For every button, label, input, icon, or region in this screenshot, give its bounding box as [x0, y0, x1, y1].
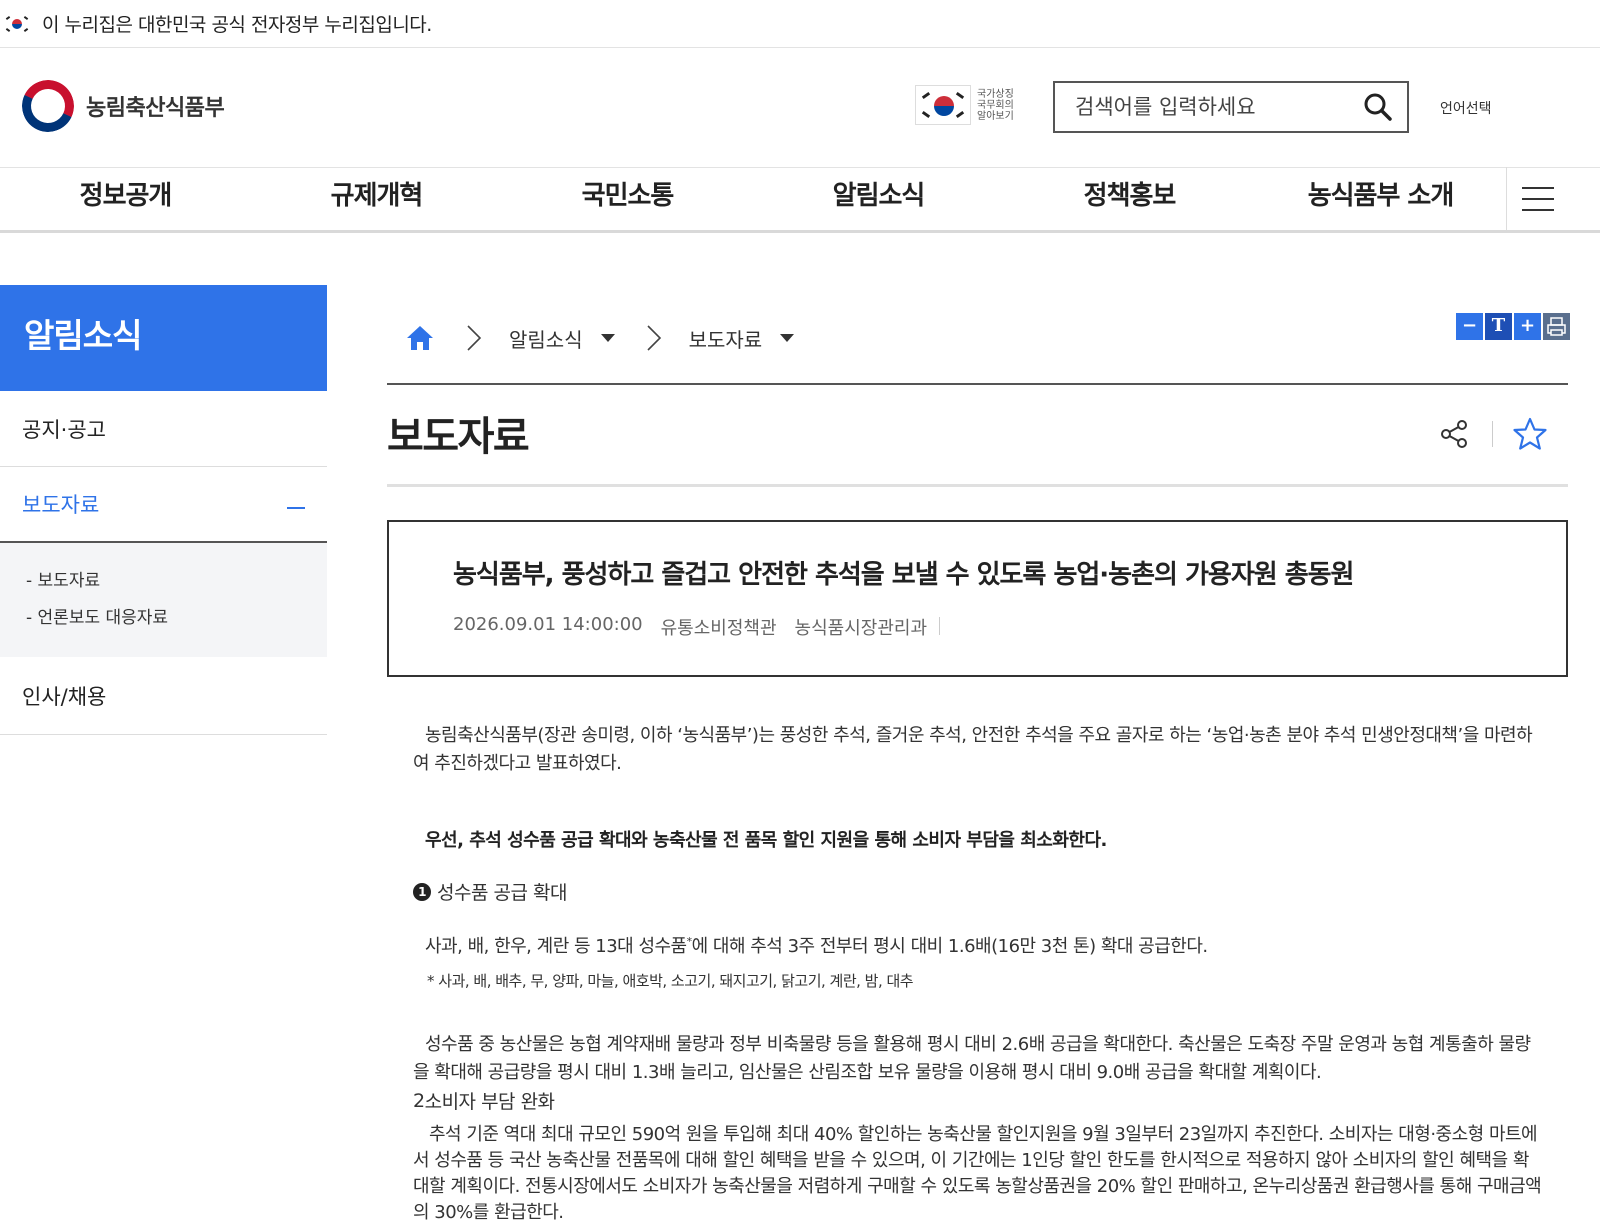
- section-title: 성수품 공급 확대: [437, 882, 567, 904]
- government-emblem-icon: [22, 80, 74, 132]
- lnb-subitem[interactable]: - 보도자료: [26, 563, 327, 600]
- gov-banner: 이 누리집은 대한민국 공식 전자정부 누리집입니다.: [0, 0, 1600, 48]
- breadcrumb-level2[interactable]: 보도자료: [689, 324, 763, 353]
- gnb-item-regulation[interactable]: 규제개혁: [251, 167, 502, 230]
- article-division: 농식품시장관리과: [794, 618, 928, 639]
- section-text: 사과, 배, 한우, 계란 등 13대 성수품*에 대해 추석 3주 전부터 평…: [425, 935, 1208, 957]
- breadcrumb: 알림소식 보도자료: [405, 318, 795, 358]
- article-date: 2026.09.01 14:00:00: [453, 614, 643, 635]
- lnb-item-label: 인사/채용: [22, 684, 107, 709]
- collapse-minus-icon[interactable]: [287, 507, 305, 509]
- chevron-right-icon: [467, 325, 482, 351]
- gnb-item-about[interactable]: 농식품부 소개: [1255, 167, 1506, 230]
- gnb-item-news[interactable]: 알림소식: [753, 167, 1004, 230]
- lnb-subitem[interactable]: - 언론보도 대응자료: [26, 600, 327, 637]
- lnb-item-recruit[interactable]: 인사/채용: [0, 657, 327, 735]
- header: 농림축산식품부 국가상징 국무회의 알아보기 언어선택: [0, 48, 1600, 168]
- divider: [939, 617, 941, 635]
- page-tools: − T +: [1456, 313, 1570, 340]
- divider: [1492, 421, 1493, 447]
- title-divider: [387, 484, 1568, 487]
- caret-down-icon[interactable]: [780, 334, 795, 342]
- search-box: [1053, 81, 1409, 133]
- title-divider: [387, 383, 1568, 385]
- national-symbol-label: 국가상징 국무회의 알아보기: [977, 88, 1014, 122]
- article-department: 유통소비정책관: [660, 618, 777, 639]
- lnb-item-notice[interactable]: 공지·공고: [0, 391, 327, 467]
- lnb-title: 알림소식: [0, 285, 327, 391]
- article-intro: 농림축산식품부(장관 송미령, 이하 ‘농식품부’)는 풍성한 추석, 즐거운 …: [413, 725, 1533, 774]
- article-header: 농식품부, 풍성하고 즐겁고 안전한 추석을 보낼 수 있도록 농업·농촌의 가…: [387, 520, 1568, 677]
- section-title: 소비자 부담 완화: [424, 1091, 555, 1113]
- main-navigation: 정보공개 규제개혁 국민소통 알림소식 정책홍보 농식품부 소개: [0, 167, 1600, 233]
- site-logo[interactable]: 농림축산식품부: [22, 80, 225, 132]
- caret-down-icon[interactable]: [600, 334, 615, 342]
- language-select-button[interactable]: 언어선택: [1440, 98, 1492, 118]
- korea-flag-icon: [5, 15, 29, 32]
- chevron-right-icon: [647, 325, 661, 351]
- share-icon[interactable]: [1438, 418, 1470, 450]
- article-meta: 2026.09.01 14:00:00 유통소비정책관 농식품시장관리과: [453, 614, 958, 640]
- lnb-submenu: - 보도자료 - 언론보도 대응자료: [0, 543, 327, 657]
- lnb-item-label: 보도자료: [22, 493, 100, 517]
- home-icon[interactable]: [405, 323, 435, 353]
- favorite-star-icon[interactable]: [1512, 416, 1548, 452]
- article-headline: 농식품부, 풍성하고 즐겁고 안전한 추석을 보낼 수 있도록 농업·농촌의 가…: [453, 560, 1354, 590]
- logo-text: 농림축산식품부: [86, 96, 225, 121]
- article-body: 농림축산식품부(장관 송미령, 이하 ‘농식품부’)는 풍성한 추석, 즐거운 …: [413, 722, 1543, 1222]
- national-symbol-link[interactable]: 국가상징 국무회의 알아보기: [915, 85, 1023, 125]
- zoom-out-button[interactable]: −: [1456, 313, 1483, 340]
- number-1-icon: 1: [413, 882, 431, 901]
- gnb-item-communication[interactable]: 국민소통: [502, 167, 753, 230]
- gnb-item-info[interactable]: 정보공개: [0, 167, 251, 230]
- article-bold-line: 우선, 추석 성수품 공급 확대와 농축산물 전 품목 할인 지원을 통해 소비…: [425, 830, 1107, 851]
- gov-banner-text: 이 누리집은 대한민국 공식 전자정부 누리집입니다.: [42, 14, 432, 36]
- search-input[interactable]: [1075, 95, 1363, 119]
- taegeukgi-icon: [915, 85, 971, 125]
- breadcrumb-level1[interactable]: 알림소식: [509, 324, 583, 353]
- number-2-icon: 2: [413, 1089, 425, 1112]
- print-icon[interactable]: [1543, 313, 1570, 340]
- lnb-item-press-release[interactable]: 보도자료: [0, 467, 327, 543]
- section-heading: 1 성수품 공급 확대: [413, 878, 1543, 905]
- zoom-in-button[interactable]: +: [1514, 313, 1541, 340]
- section-heading: 2 소비자 부담 완화: [413, 1087, 1543, 1114]
- section-note: * 사과, 배, 배추, 무, 양파, 마늘, 애호박, 소고기, 돼지고기, …: [427, 972, 914, 990]
- gnb-item-policy[interactable]: 정책홍보: [1004, 167, 1255, 230]
- page-title: 보도자료: [387, 414, 530, 460]
- side-navigation: 공지·공고 보도자료 - 보도자료 - 언론보도 대응자료 인사/채용: [0, 391, 327, 735]
- font-size-button[interactable]: T: [1485, 313, 1512, 340]
- section-text: 추석 기준 역대 최대 규모인 590억 원을 투입해 최대 40% 할인하는 …: [413, 1124, 1542, 1222]
- hamburger-menu-icon[interactable]: [1506, 167, 1568, 230]
- search-icon[interactable]: [1363, 92, 1393, 122]
- section-detail: 성수품 중 농산물은 농협 계약재배 물량과 정부 비축물량 등을 활용해 평시…: [413, 1034, 1531, 1083]
- lnb-item-label: 공지·공고: [22, 417, 106, 442]
